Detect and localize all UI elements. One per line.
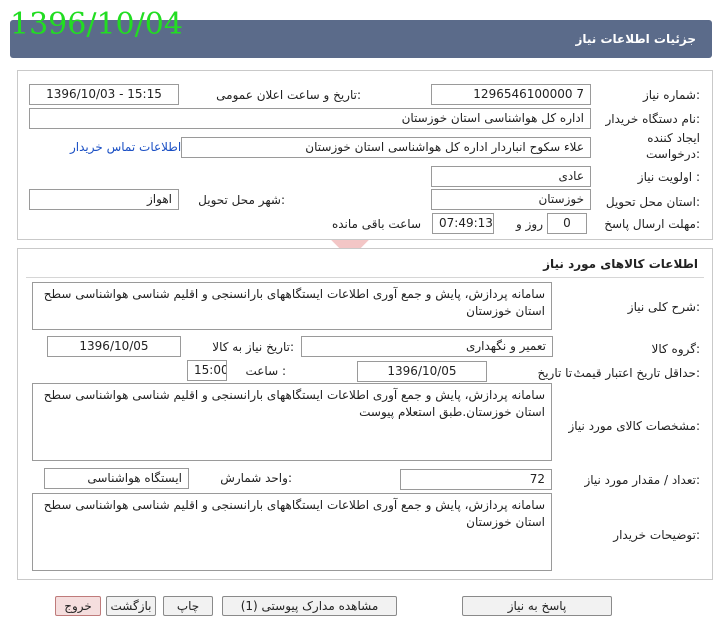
- qty-field: 72: [400, 469, 552, 490]
- exit-button[interactable]: خروج: [55, 596, 101, 616]
- print-button[interactable]: چاپ: [163, 596, 213, 616]
- goods-group-field: تعمیر و نگهداری: [301, 336, 553, 357]
- qty-label: تعداد / مقدار مورد نیاز:: [584, 473, 700, 487]
- remaining-label: ساعت باقی مانده: [331, 217, 421, 231]
- creator-field: علاء سکوح انباردار اداره کل هواشناسی است…: [181, 137, 591, 158]
- spec-label: مشخصات کالای مورد نیاز:: [568, 419, 700, 433]
- city-field: اهواز: [29, 189, 179, 210]
- province-label: استان محل تحویل:: [605, 195, 700, 209]
- deadline-time-field: 07:49:13: [432, 213, 494, 234]
- general-desc-label: شرح کلی نیاز:: [627, 300, 700, 314]
- back-button[interactable]: بازگشت: [106, 596, 156, 616]
- province-field: خوزستان: [431, 189, 591, 210]
- deadline-days-field: 0: [547, 213, 587, 234]
- need-date-field: 1396/10/05: [47, 336, 181, 357]
- priority-label: اولویت نیاز :: [637, 170, 700, 184]
- priority-field: عادی: [431, 166, 591, 187]
- buyer-org-field: اداره کل هواشناسی استان خوزستان: [29, 108, 591, 129]
- until-date-field: 1396/10/05: [357, 361, 487, 382]
- section-divider: [26, 277, 704, 278]
- page-title: جزئیات اطلاعات نیاز: [575, 32, 696, 46]
- goods-group-label: گروه کالا:: [651, 342, 701, 356]
- hour-field: 15:00: [187, 360, 227, 381]
- min-price-validity-label: حداقل تاریخ اعتبار قیمت:: [573, 366, 700, 380]
- announce-field: 1396/10/03 - 15:15: [29, 84, 179, 105]
- attachments-button[interactable]: مشاهده مدارک پیوستی (1): [222, 596, 397, 616]
- goods-panel: اطلاعات کالاهای مورد نیاز شرح کلی نیاز: …: [17, 248, 713, 580]
- until-date-label: تا تاریخ :: [537, 366, 580, 380]
- need-number-label: شماره نیاز:: [642, 88, 700, 102]
- need-date-label: تاریخ نیاز به کالا:: [212, 340, 294, 354]
- creator-label-1: ایجاد کننده: [647, 131, 700, 145]
- unit-label: واحد شمارش:: [220, 471, 292, 485]
- deadline-label: مهلت ارسال پاسخ:: [604, 217, 700, 231]
- goods-section-title: اطلاعات کالاهای مورد نیاز: [543, 257, 698, 271]
- days-label: روز و: [516, 217, 543, 231]
- buyer-org-label: نام دستگاه خریدار:: [605, 112, 701, 126]
- need-number-field: 1296546100000 7: [431, 84, 591, 105]
- unit-field: ایستگاه هواشناسی: [44, 468, 189, 489]
- buyer-contact-link[interactable]: اطلاعات تماس خریدار: [70, 140, 181, 154]
- general-desc-field: سامانه پردازش، پایش و جمع آوری اطلاعات ا…: [32, 282, 552, 330]
- reply-button[interactable]: پاسخ به نیاز: [462, 596, 612, 616]
- buyer-notes-field: سامانه پردازش، پایش و جمع آوری اطلاعات ا…: [32, 493, 552, 571]
- creator-label-2: درخواست:: [646, 147, 700, 161]
- city-label: شهر محل تحویل:: [198, 193, 285, 207]
- spec-field: سامانه پردازش، پایش و جمع آوری اطلاعات ا…: [32, 383, 552, 461]
- date-stamp: 1396/10/04: [10, 7, 183, 42]
- announce-label: تاریخ و ساعت اعلان عمومی:: [216, 88, 361, 102]
- buyer-notes-label: توضیحات خریدار:: [613, 528, 700, 542]
- hour-label: ساعت :: [245, 364, 286, 378]
- need-info-panel: شماره نیاز: 1296546100000 7 تاریخ و ساعت…: [17, 70, 713, 240]
